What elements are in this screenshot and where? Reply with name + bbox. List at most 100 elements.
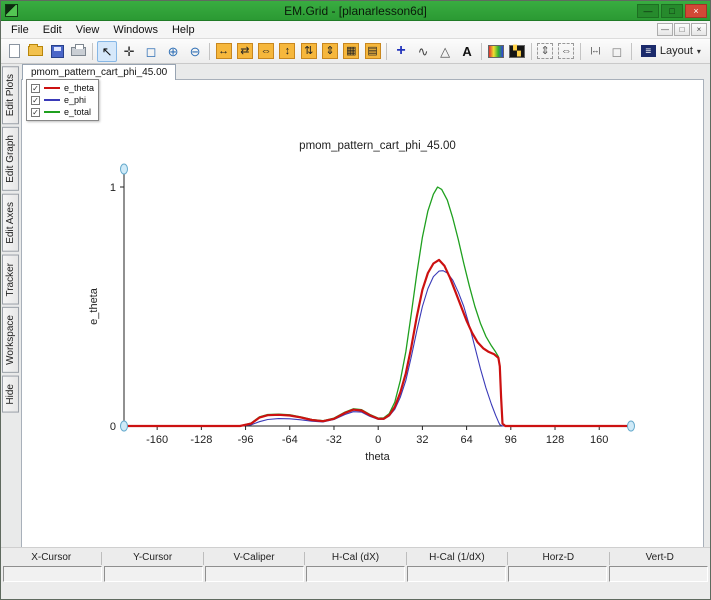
mdi-minimize-button[interactable]: — (657, 23, 673, 36)
full-scale-y-button[interactable]: ⇕ (320, 41, 339, 62)
legend-line-sample (44, 87, 60, 89)
compress-y-button[interactable]: ⇅ (299, 41, 318, 62)
y-axis-label: e_theta (88, 287, 100, 325)
x-tick-label: -64 (282, 434, 298, 446)
data-table-button[interactable]: ▤ (363, 41, 382, 62)
compress-x-button[interactable]: ⇄ (235, 41, 254, 62)
status-header-horz-d: Horz-D (507, 552, 608, 565)
zoom-in-tool-button[interactable]: ⊕ (163, 41, 183, 62)
workspace-area: Edit Plots Edit Graph Edit Axes Tracker Work… (1, 64, 710, 547)
title-bar[interactable]: EM.Grid - [planarlesson6d] —□× (1, 1, 710, 21)
save-file-button[interactable] (48, 41, 67, 62)
frame-scale-horizontal-button[interactable]: ⇔ (557, 41, 576, 62)
x-tick-label: -128 (190, 434, 212, 446)
frame-scale-vertical-button[interactable]: ⇕ (535, 41, 554, 62)
crosshair-cursor-icon: + (392, 42, 410, 60)
grid-toggle-icon: ▦ (343, 43, 359, 59)
data-table-icon: ▤ (365, 43, 381, 59)
checkbox-checked-icon[interactable]: ✓ (31, 96, 40, 105)
frame-scale-vertical-icon: ⇕ (537, 43, 553, 59)
full-scale-x-button[interactable]: ⇔ (257, 41, 276, 62)
toolbar-separator (580, 43, 581, 60)
status-value-v-caliper (205, 566, 304, 582)
series-e-total[interactable] (124, 187, 632, 426)
menu-edit[interactable]: Edit (36, 22, 69, 38)
menu-file[interactable]: File (4, 22, 36, 38)
x-tick-label: -96 (238, 434, 254, 446)
sidebar-tab-tracker[interactable]: Tracker (2, 255, 19, 305)
colormap-button[interactable] (486, 41, 505, 62)
caliper-button[interactable]: |↔| (585, 41, 605, 62)
status-header-vert-d: Vert-D (609, 552, 710, 565)
chart-canvas[interactable]: -160-128-96-64-32032649612816001pmom_pat… (22, 80, 703, 547)
minimize-button[interactable]: — (637, 4, 659, 18)
status-header-h-cal-1-dx: H-Cal (1/dX) (406, 552, 507, 565)
expand-y-button[interactable]: ↕ (278, 41, 297, 62)
menu-help[interactable]: Help (165, 22, 202, 38)
maximize-button[interactable]: □ (661, 4, 683, 18)
sidebar-tab-workspace[interactable]: Workspace (2, 307, 19, 373)
open-file-button[interactable] (26, 41, 45, 62)
series-e-phi[interactable] (124, 271, 632, 426)
status-value-h-cal-dx (306, 566, 405, 582)
checkbox-checked-icon[interactable]: ✓ (31, 108, 40, 117)
layout-menu-button[interactable]: ≡Layout▾ (635, 43, 707, 59)
x-tick-label: 160 (590, 434, 608, 446)
zoom-window-tool-button[interactable]: ◻ (141, 41, 161, 62)
series-e-theta[interactable] (124, 260, 632, 426)
toolbar-separator (531, 43, 532, 60)
print-button[interactable] (69, 41, 88, 62)
blank-frame-icon: ◻ (608, 42, 626, 60)
status-value-horz-d (508, 566, 607, 582)
sidebar-tab-edit-axes[interactable]: Edit Axes (2, 194, 19, 252)
status-bar: X-CursorY-CursorV-CaliperH-Cal (dX)H-Cal… (1, 547, 710, 599)
x-tick-label: 64 (460, 434, 472, 446)
status-header-v-caliper: V-Caliper (203, 552, 304, 565)
toolbar-separator (92, 43, 93, 60)
grid-toggle-button[interactable]: ▦ (342, 41, 361, 62)
toolbar-separator (631, 43, 632, 60)
legend-item-e-theta[interactable]: ✓e_theta (31, 82, 94, 94)
legend-line-sample (44, 111, 60, 113)
menu-windows[interactable]: Windows (106, 22, 165, 38)
legend-item-e-phi[interactable]: ✓ e_phi (31, 94, 94, 106)
caliper-icon: |↔| (586, 42, 604, 60)
plot-document-tab[interactable]: pmom_pattern_cart_phi_45.00 (22, 64, 176, 80)
sidebar-tab-edit-graph[interactable]: Edit Graph (2, 127, 19, 191)
mdi-close-button[interactable]: × (691, 23, 707, 36)
pan-tool-button[interactable]: ✛ (119, 41, 139, 62)
menu-view[interactable]: View (69, 22, 107, 38)
crosshair-cursor-button[interactable]: + (391, 41, 411, 62)
fill-pattern-button[interactable]: ▚ (507, 41, 526, 62)
expand-x-button[interactable]: ↔ (214, 41, 233, 62)
mdi-restore-button[interactable]: □ (674, 23, 690, 36)
curve-tracker-button[interactable]: ∿ (413, 41, 433, 62)
zoom-out-tool-icon: ⊖ (186, 42, 204, 60)
app-icon[interactable] (5, 4, 18, 17)
y-tick-label: 1 (110, 182, 116, 194)
window-title: EM.Grid - [planarlesson6d] (1, 4, 710, 18)
blank-frame-button[interactable]: ◻ (607, 41, 627, 62)
axis-handle-icon[interactable] (121, 164, 128, 174)
text-annotation-button[interactable]: A (457, 41, 477, 62)
fill-pattern-icon: ▚ (509, 45, 525, 58)
legend-line-sample (44, 99, 60, 101)
sidebar-tab-edit-plots[interactable]: Edit Plots (2, 66, 19, 124)
menu-bar: FileEditViewWindowsHelp —□× (1, 21, 710, 39)
delta-marker-button[interactable]: △ (435, 41, 455, 62)
y-tick-label: 0 (110, 421, 116, 433)
mdi-window-controls: —□× (657, 23, 707, 36)
status-header-y-cursor: Y-Cursor (101, 552, 202, 565)
sidebar-tab-hide[interactable]: Hide (2, 376, 19, 413)
status-value-vert-d (609, 566, 708, 582)
new-file-button[interactable] (5, 41, 24, 62)
zoom-out-tool-button[interactable]: ⊖ (185, 41, 205, 62)
close-button[interactable]: × (685, 4, 707, 18)
checkbox-checked-icon[interactable]: ✓ (31, 84, 40, 93)
axis-handle-icon[interactable] (628, 421, 635, 431)
status-headers: X-CursorY-CursorV-CaliperH-Cal (dX)H-Cal… (1, 552, 710, 565)
pointer-tool-button[interactable]: ↖ (97, 41, 117, 62)
legend-label: e_phi (64, 95, 86, 105)
axis-handle-icon[interactable] (121, 421, 128, 431)
legend-item-e-total[interactable]: ✓e_total (31, 106, 94, 118)
